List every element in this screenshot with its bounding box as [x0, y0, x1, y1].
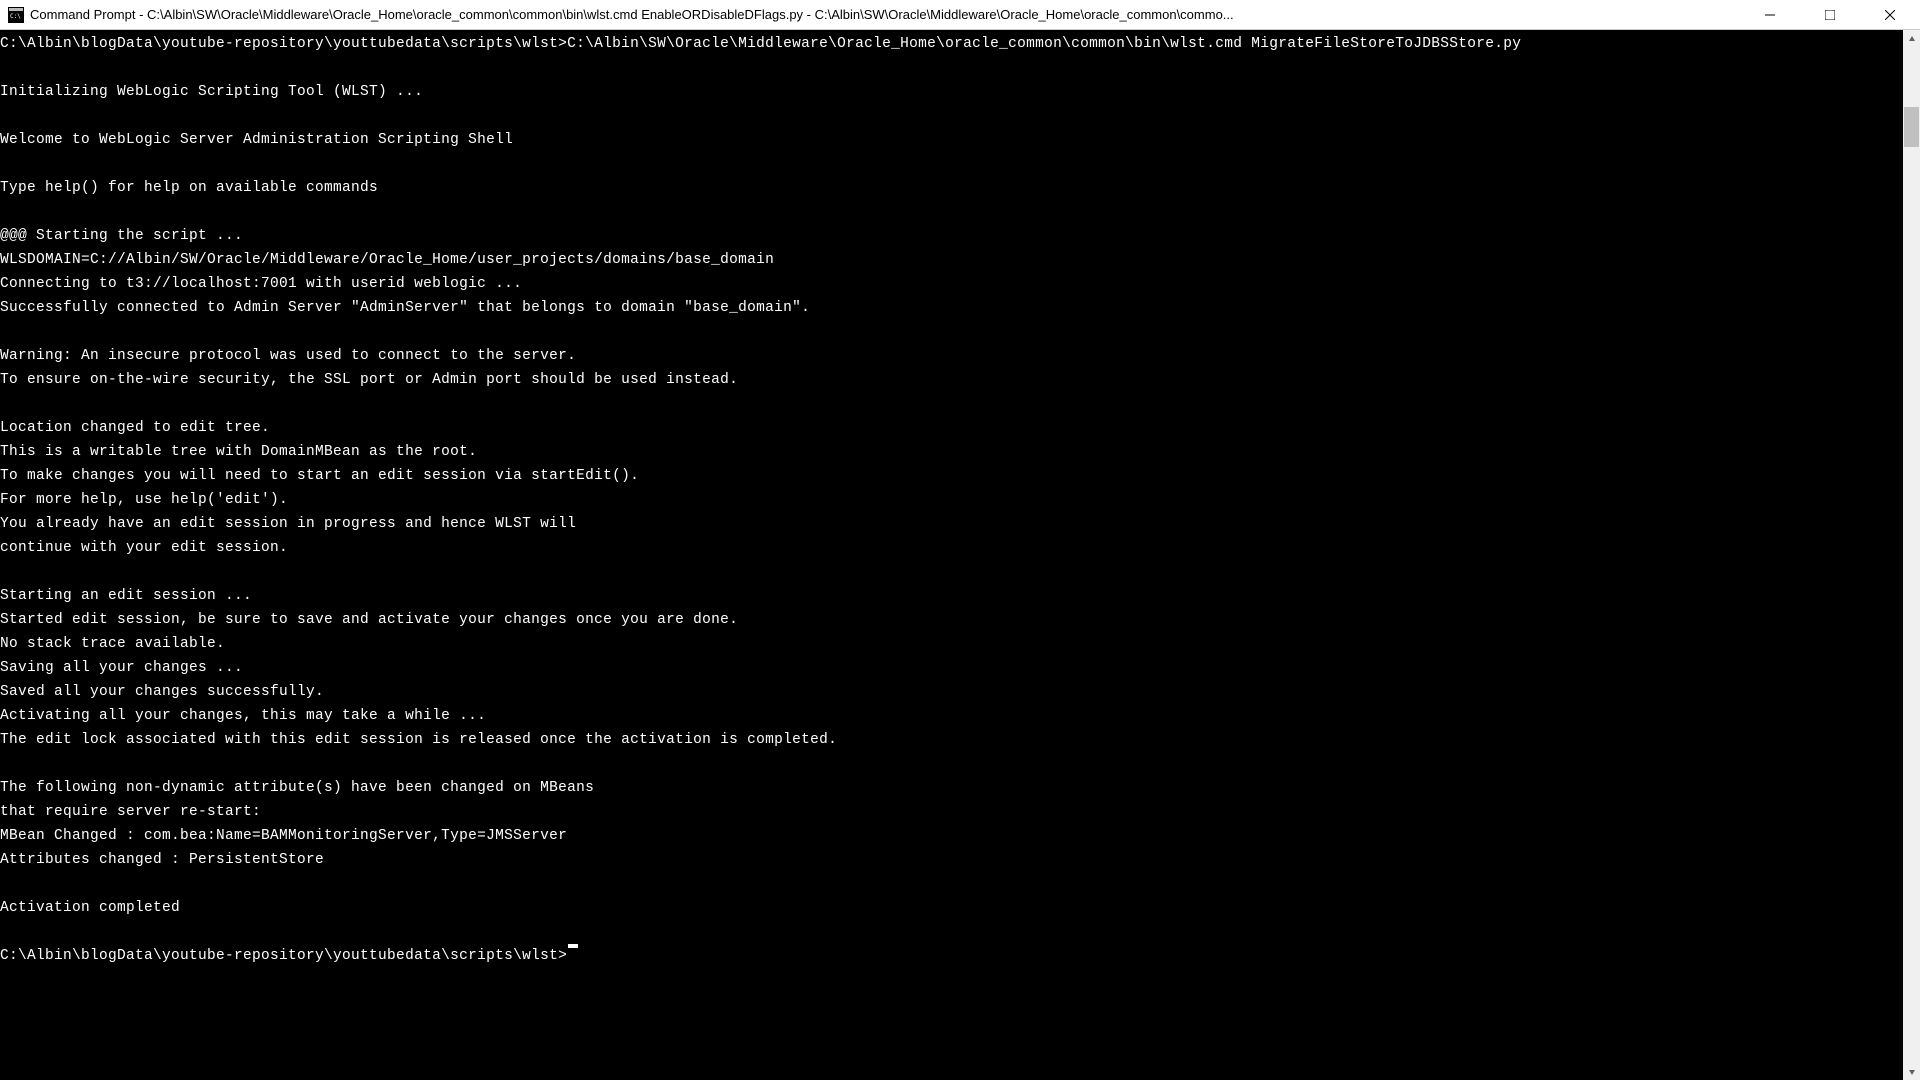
terminal-line [0, 152, 1920, 176]
terminal-line: MBean Changed : com.bea:Name=BAMMonitori… [0, 824, 1920, 848]
terminal-line [0, 872, 1920, 896]
terminal-line [0, 56, 1920, 80]
terminal-line: To ensure on-the-wire security, the SSL … [0, 368, 1920, 392]
terminal-line [0, 392, 1920, 416]
terminal-line: Connecting to t3://localhost:7001 with u… [0, 272, 1920, 296]
terminal-line: Starting an edit session ... [0, 584, 1920, 608]
vertical-scrollbar[interactable] [1903, 30, 1920, 1080]
terminal-line: This is a writable tree with DomainMBean… [0, 440, 1920, 464]
terminal-line: You already have an edit session in prog… [0, 512, 1920, 536]
terminal-line [0, 920, 1920, 944]
terminal-line: For more help, use help('edit'). [0, 488, 1920, 512]
terminal-content: C:\Albin\blogData\youtube-repository\you… [0, 30, 1920, 968]
minimize-button[interactable] [1740, 0, 1800, 30]
terminal-line: The edit lock associated with this edit … [0, 728, 1920, 752]
scroll-down-arrow[interactable] [1903, 1063, 1920, 1080]
terminal-line: Activating all your changes, this may ta… [0, 704, 1920, 728]
terminal-line: Warning: An insecure protocol was used t… [0, 344, 1920, 368]
svg-text:C:\: C:\ [10, 13, 21, 20]
terminal-prompt-line: C:\Albin\blogData\youtube-repository\you… [0, 944, 1920, 968]
terminal-line: Saving all your changes ... [0, 656, 1920, 680]
terminal-line [0, 320, 1920, 344]
terminal-line: Location changed to edit tree. [0, 416, 1920, 440]
scrollbar-track[interactable] [1903, 47, 1920, 1063]
terminal-line [0, 560, 1920, 584]
window-titlebar[interactable]: C:\ Command Prompt - C:\Albin\SW\Oracle\… [0, 0, 1920, 30]
terminal-line: No stack trace available. [0, 632, 1920, 656]
terminal-line: WLSDOMAIN=C://Albin/SW/Oracle/Middleware… [0, 248, 1920, 272]
window-title: Command Prompt - C:\Albin\SW\Oracle\Midd… [30, 7, 1740, 22]
terminal-line: Welcome to WebLogic Server Administratio… [0, 128, 1920, 152]
terminal-prompt: C:\Albin\blogData\youtube-repository\you… [0, 944, 567, 968]
terminal-line: C:\Albin\blogData\youtube-repository\you… [0, 32, 1920, 56]
terminal-line [0, 104, 1920, 128]
cmd-icon: C:\ [8, 7, 24, 23]
terminal-line: Type help() for help on available comman… [0, 176, 1920, 200]
terminal-line [0, 752, 1920, 776]
terminal-line: Initializing WebLogic Scripting Tool (WL… [0, 80, 1920, 104]
scrollbar-thumb[interactable] [1904, 107, 1919, 147]
terminal-line: @@@ Starting the script ... [0, 224, 1920, 248]
terminal-area[interactable]: C:\Albin\blogData\youtube-repository\you… [0, 30, 1920, 1080]
terminal-line: Started edit session, be sure to save an… [0, 608, 1920, 632]
scroll-up-arrow[interactable] [1903, 30, 1920, 47]
terminal-line: Saved all your changes successfully. [0, 680, 1920, 704]
terminal-line: To make changes you will need to start a… [0, 464, 1920, 488]
terminal-cursor [568, 944, 578, 948]
window-controls [1740, 0, 1920, 29]
terminal-line [0, 200, 1920, 224]
terminal-line: Attributes changed : PersistentStore [0, 848, 1920, 872]
terminal-line: continue with your edit session. [0, 536, 1920, 560]
close-button[interactable] [1860, 0, 1920, 30]
terminal-line: Activation completed [0, 896, 1920, 920]
terminal-line: Successfully connected to Admin Server "… [0, 296, 1920, 320]
terminal-line: that require server re-start: [0, 800, 1920, 824]
terminal-line: The following non-dynamic attribute(s) h… [0, 776, 1920, 800]
maximize-button[interactable] [1800, 0, 1860, 30]
